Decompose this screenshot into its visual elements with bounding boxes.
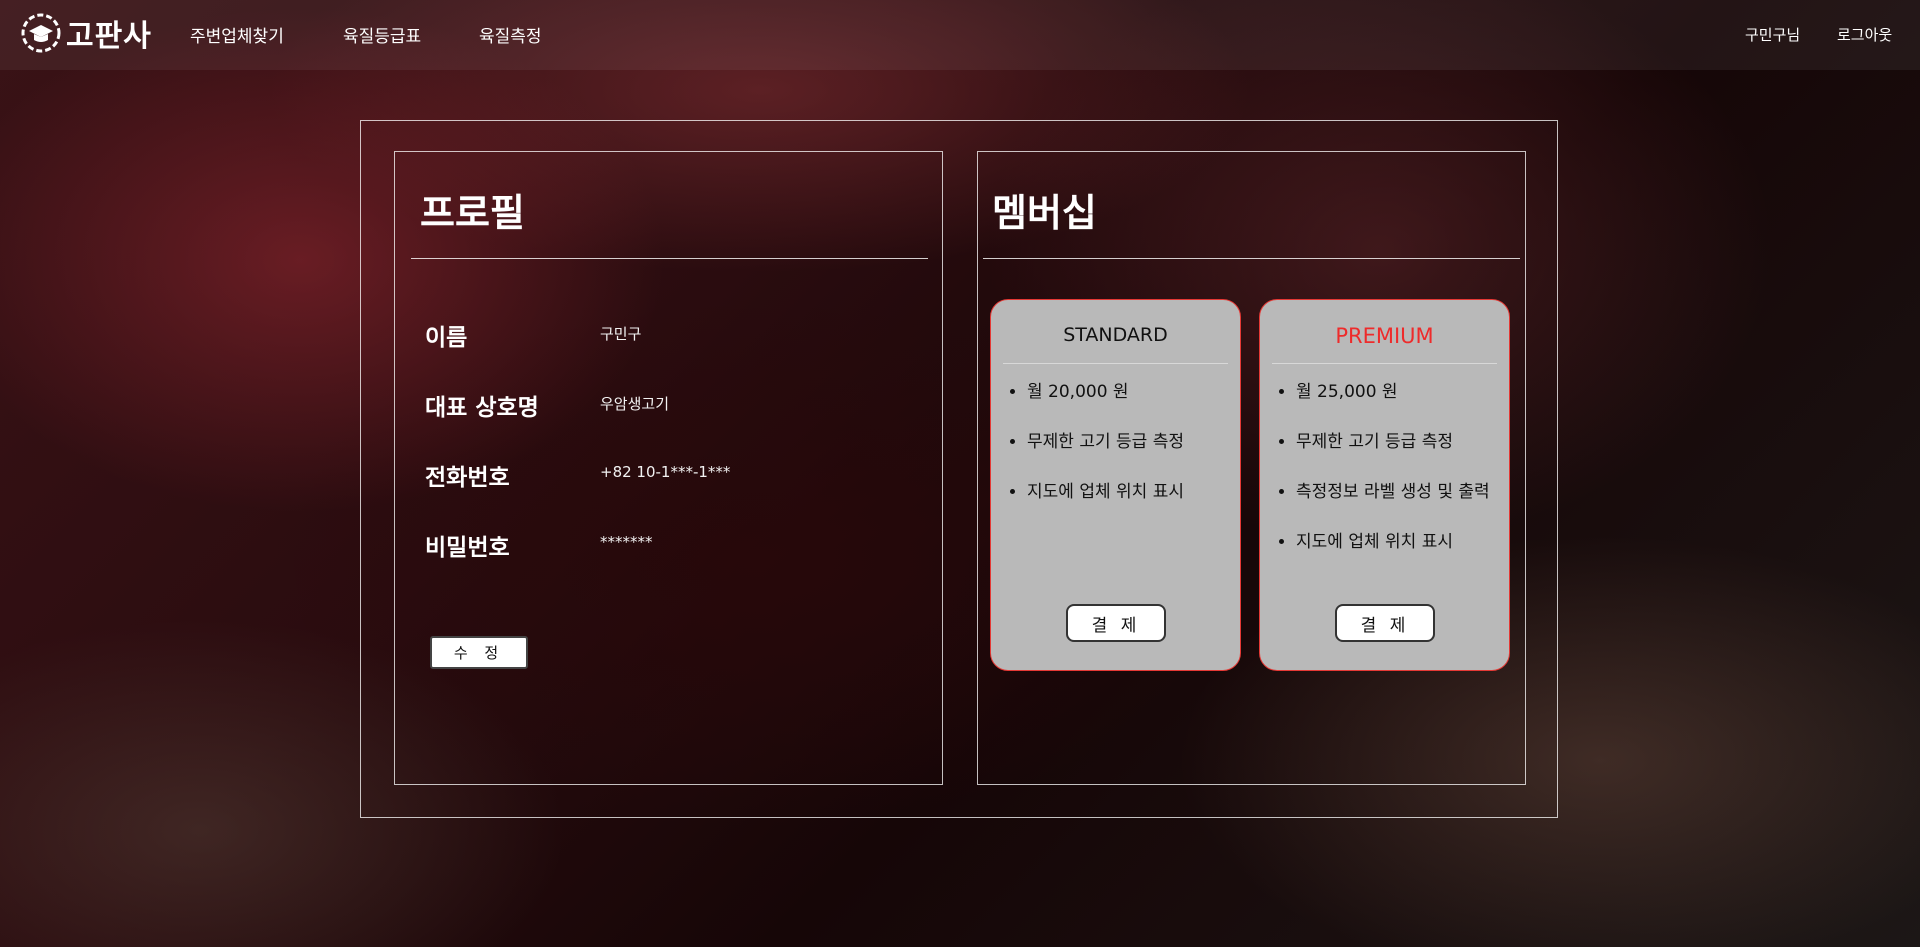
top-nav: 고판사 주변업체찾기 육질등급표 육질측정 구민구님 로그아웃 (0, 0, 1920, 70)
password-value: ******* (600, 533, 653, 551)
logout-link[interactable]: 로그아웃 (1837, 24, 1892, 45)
business-name-label: 대표 상호명 (425, 395, 539, 421)
plan-divider (1272, 363, 1497, 364)
plan-features-premium: 월 25,000 원 무제한 고기 등급 측정 측정정보 라벨 생성 및 출력 … (1260, 382, 1490, 582)
user-greeting[interactable]: 구민구님 (1745, 24, 1800, 45)
logo-icon (21, 13, 61, 53)
plan-divider (1003, 363, 1228, 364)
password-label: 비밀번호 (425, 535, 510, 561)
profile-divider (411, 258, 928, 259)
nav-link-grade-chart[interactable]: 육질등급표 (343, 22, 421, 47)
logo-text: 고판사 (66, 19, 152, 54)
membership-panel: 멤버십 STANDARD 월 20,000 원 무제한 고기 등급 측정 지도에… (977, 151, 1526, 785)
phone-label: 전화번호 (425, 465, 510, 491)
plan-name-standard: STANDARD (1063, 324, 1168, 346)
business-name-value: 우암생고기 (600, 395, 670, 413)
plan-name-premium: PREMIUM (1335, 324, 1434, 348)
name-value: 구민구 (600, 325, 642, 343)
plan-feature: 무제한 고기 등급 측정 (1027, 432, 1184, 452)
plan-feature: 측정정보 라벨 생성 및 출력 (1296, 482, 1490, 502)
profile-title: 프로필 (420, 191, 525, 235)
membership-divider (983, 258, 1520, 259)
logo[interactable]: 고판사 (20, 10, 152, 56)
membership-title: 멤버십 (992, 191, 1097, 235)
plan-feature: 지도에 업체 위치 표시 (1027, 482, 1184, 502)
phone-value: +82 10-1***-1*** (600, 463, 731, 481)
pay-button-standard[interactable]: 결 제 (1066, 604, 1166, 642)
name-label: 이름 (425, 325, 468, 351)
plan-feature: 지도에 업체 위치 표시 (1296, 532, 1490, 552)
nav-link-measure[interactable]: 육질측정 (479, 22, 542, 47)
pay-button-premium[interactable]: 결 제 (1335, 604, 1435, 642)
plan-card-standard: STANDARD 월 20,000 원 무제한 고기 등급 측정 지도에 업체 … (990, 299, 1241, 671)
plan-feature: 월 20,000 원 (1027, 382, 1184, 402)
nav-link-find-stores[interactable]: 주변업체찾기 (190, 22, 284, 47)
plan-features-standard: 월 20,000 원 무제한 고기 등급 측정 지도에 업체 위치 표시 (991, 382, 1184, 532)
plan-feature: 무제한 고기 등급 측정 (1296, 432, 1490, 452)
plan-feature: 월 25,000 원 (1296, 382, 1490, 402)
edit-profile-button[interactable]: 수 정 (430, 636, 528, 669)
plan-card-premium: PREMIUM 월 25,000 원 무제한 고기 등급 측정 측정정보 라벨 … (1259, 299, 1510, 671)
profile-panel: 프로필 이름 구민구 대표 상호명 우암생고기 전화번호 +82 10-1***… (394, 151, 943, 785)
